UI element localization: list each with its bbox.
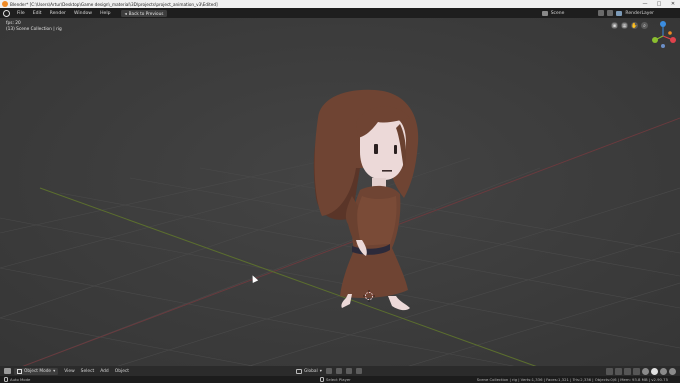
snap-target-icon[interactable]	[345, 368, 352, 374]
chevron-down-icon: ▾	[319, 368, 322, 374]
menu-edit[interactable]: Edit	[29, 11, 46, 16]
back-icon: ◂	[124, 10, 127, 16]
scene-label: Scene	[550, 10, 565, 16]
menu-add[interactable]: Add	[97, 369, 112, 374]
zoom-magnifier-icon[interactable]: ⌕	[641, 22, 648, 29]
gizmo-bottom-dot[interactable]	[661, 44, 665, 48]
character-eye-left	[374, 144, 378, 154]
perspective-toggle-icon[interactable]: ▦	[621, 22, 628, 29]
menubar-right: Scene RenderLayer	[541, 8, 680, 18]
pan-hand-icon[interactable]: ✋	[631, 22, 638, 29]
pivot-icon[interactable]	[325, 368, 332, 374]
editor-type-icon[interactable]	[4, 368, 11, 374]
gizmo-y-axis[interactable]	[652, 37, 658, 43]
menu-render[interactable]: Render	[46, 11, 70, 16]
viewport-info-text: fps: 20 (13) Scene Collection | rig	[6, 21, 62, 33]
character-eye-right	[394, 145, 397, 154]
window-titlebar: Blender* [C:\Users\Artur\Desktop\Game de…	[0, 0, 680, 8]
status-left-label: Auto Mode	[10, 377, 31, 382]
view-layer-label: RenderLayer	[625, 10, 654, 16]
top-menubar: File Edit Render Window Help ◂ Back to P…	[0, 8, 680, 18]
new-scene-icon[interactable]	[598, 10, 605, 16]
orientation-icon	[296, 368, 302, 374]
gizmo-toggle-icon[interactable]	[615, 367, 622, 375]
object-mode-icon	[17, 368, 22, 374]
scene-selector[interactable]: Scene	[541, 10, 565, 16]
menu-file[interactable]: File	[13, 11, 29, 16]
window-title: Blender* [C:\Users\Artur\Desktop\Game de…	[10, 1, 218, 7]
mouse-icon	[4, 377, 8, 382]
blender-app-icon	[2, 1, 8, 7]
shading-controls	[606, 367, 676, 375]
collection-readout: (13) Scene Collection | rig	[6, 27, 62, 32]
delete-scene-icon[interactable]	[607, 10, 614, 16]
mode-label: Object Mode	[24, 368, 52, 374]
menu-help[interactable]: Help	[96, 11, 114, 16]
orientation-selector[interactable]: Global ▾	[296, 368, 322, 374]
menu-view[interactable]: View	[61, 369, 77, 374]
character-mouth	[382, 170, 392, 172]
viewport-scene	[0, 18, 680, 375]
back-to-previous-label: Back to Previous	[128, 10, 164, 16]
wireframe-shading-icon[interactable]	[642, 367, 649, 375]
3d-viewport[interactable]: fps: 20 (13) Scene Collection | rig ▣ ▦ …	[0, 18, 680, 375]
window-controls: — □ ✕	[638, 0, 680, 8]
status-mid-label: Select Player	[326, 377, 351, 382]
viewport-nav-icons: ▣ ▦ ✋ ⌕	[611, 22, 648, 29]
overlay-toggle-icon[interactable]	[624, 367, 631, 375]
mode-selector[interactable]: Object Mode ▾	[14, 367, 59, 375]
character-dress-highlight	[355, 196, 397, 246]
proportional-edit-icon[interactable]	[355, 368, 362, 374]
menu-object[interactable]: Object	[112, 369, 132, 374]
menu-window[interactable]: Window	[70, 11, 96, 16]
chevron-down-icon: ▾	[53, 368, 56, 374]
visibility-icon[interactable]	[606, 367, 613, 375]
orientation-label: Global	[304, 368, 318, 374]
maximize-button[interactable]: □	[652, 0, 666, 8]
material-shading-icon[interactable]	[660, 367, 667, 375]
view-layer-icon	[616, 10, 623, 16]
view-layer-selector[interactable]: RenderLayer	[616, 10, 654, 16]
close-button[interactable]: ✕	[666, 0, 680, 8]
scene-icon	[541, 10, 548, 16]
rendered-shading-icon[interactable]	[669, 367, 676, 375]
camera-view-icon[interactable]: ▣	[611, 22, 618, 29]
back-to-previous-button[interactable]: ◂ Back to Previous	[120, 9, 168, 17]
status-mid: Select Player	[320, 377, 351, 382]
mouse-icon	[320, 377, 324, 382]
gizmo-z-axis[interactable]	[660, 21, 666, 27]
minimize-button[interactable]: —	[638, 0, 652, 8]
transform-controls: Global ▾	[296, 366, 362, 376]
solid-shading-icon[interactable]	[651, 367, 658, 375]
gizmo-x-axis[interactable]	[670, 37, 676, 43]
viewport-header: Object Mode ▾ View Select Add Object Glo…	[0, 366, 680, 376]
scene-statistics: Scene Collection | rig | Verts:1,336 | F…	[476, 377, 668, 382]
blender-logo-icon[interactable]	[3, 9, 10, 17]
menu-select[interactable]: Select	[78, 369, 98, 374]
status-left: Auto Mode	[4, 377, 30, 382]
status-bar: Auto Mode Select Player Scene Collection…	[0, 376, 680, 383]
xray-toggle-icon[interactable]	[633, 367, 640, 375]
gizmo-neg-axis[interactable]	[668, 31, 672, 35]
snap-icon[interactable]	[335, 368, 342, 374]
